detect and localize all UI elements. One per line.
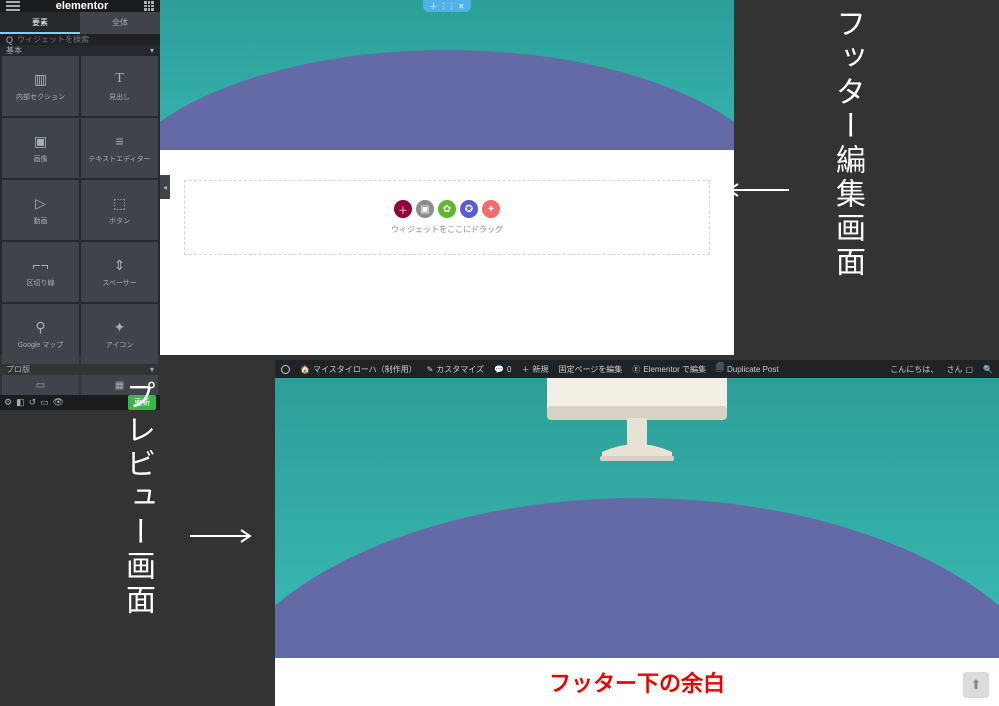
widget-search[interactable]: Q ウィジェットを検索 bbox=[0, 34, 160, 45]
tab-global[interactable]: 全体 bbox=[80, 12, 160, 34]
navigator-icon[interactable]: ◧ bbox=[16, 397, 25, 408]
responsive-icon[interactable]: ▭ bbox=[40, 397, 49, 408]
preview-frame: 🏠 マイスタイローハ（制作用） ✎ カスタマイズ 💬 0 ＋ 新規 固定ページを… bbox=[275, 360, 999, 706]
widget-heading[interactable]: T 見出し bbox=[81, 56, 158, 116]
editor-canvas[interactable]: ＋ ⋮⋮ ✕ ＋ ▣ ✿ ✪ ✦ ウィジェットをここにドラッグ bbox=[160, 0, 734, 355]
chevron-down-icon: ▾ bbox=[150, 365, 154, 374]
star-icon[interactable]: ✦ bbox=[482, 200, 500, 218]
image-icon: ▣ bbox=[31, 132, 51, 150]
decorative-shape bbox=[160, 50, 734, 150]
widget-dropzone[interactable]: ＋ ▣ ✿ ✪ ✦ ウィジェットをここにドラッグ bbox=[184, 180, 710, 255]
search-icon: Q bbox=[6, 35, 13, 45]
edit-page-link[interactable]: 固定ページを編集 bbox=[558, 364, 622, 375]
wp-admin-bar: 🏠 マイスタイローハ（制作用） ✎ カスタマイズ 💬 0 ＋ 新規 固定ページを… bbox=[275, 360, 999, 378]
star-icon: ✦ bbox=[110, 318, 130, 336]
globe-icon[interactable]: ✪ bbox=[460, 200, 478, 218]
comments-link[interactable]: 💬 0 bbox=[494, 365, 511, 374]
wp-logo[interactable] bbox=[281, 365, 290, 374]
category-pro[interactable]: プロ版 ▾ bbox=[0, 364, 160, 375]
search-placeholder: ウィジェットを検索 bbox=[17, 34, 89, 45]
history-icon[interactable]: ↺ bbox=[29, 397, 37, 408]
arrow-up-icon: ⬆ bbox=[971, 677, 982, 693]
map-icon: ⚲ bbox=[31, 318, 51, 336]
collapse-sidebar-icon[interactable]: ◂ bbox=[160, 175, 170, 199]
widget-icon[interactable]: ✦ アイコン bbox=[81, 304, 158, 364]
button-icon: ⬚ bbox=[110, 194, 130, 212]
elementor-editor: elementor 要素 全体 Q ウィジェットを検索 基本 ▾ ▥ 内部セクシ… bbox=[0, 0, 734, 355]
divider-icon: ⌐¬ bbox=[31, 256, 51, 274]
annotation-preview-label: プレビュー画面 bbox=[115, 380, 159, 618]
tab-elements[interactable]: 要素 bbox=[0, 12, 80, 34]
search-admin-icon[interactable]: 🔍 bbox=[983, 365, 993, 374]
arrow-right-icon bbox=[185, 520, 255, 551]
annotation-gap-label: フッター下の余白 bbox=[549, 666, 725, 698]
elementor-edit-link[interactable]: Ⓔ Elementor で編集 bbox=[632, 364, 706, 375]
widget-google-maps[interactable]: ⚲ Google マップ bbox=[2, 304, 79, 364]
widget-grid: ▥ 内部セクション T 見出し ▣ 画像 ≡ テキストエディター ▷ 動画 ⬚ … bbox=[0, 56, 160, 364]
chevron-down-icon: ▾ bbox=[150, 46, 154, 55]
preview-footer-section bbox=[275, 378, 999, 658]
elementor-logo: elementor bbox=[56, 0, 109, 12]
widget-video[interactable]: ▷ 動画 bbox=[2, 180, 79, 240]
video-icon: ▷ bbox=[31, 194, 51, 212]
monitor-illustration bbox=[532, 378, 742, 478]
columns-icon: ▥ bbox=[31, 70, 51, 88]
duplicate-post-link[interactable]: 🗐 Duplicate Post bbox=[716, 362, 779, 376]
widget-spacer[interactable]: ⇕ スペーサー bbox=[81, 242, 158, 302]
dropzone-text: ウィジェットをここにドラッグ bbox=[391, 224, 503, 235]
folder-icon[interactable]: ▣ bbox=[416, 200, 434, 218]
category-basic[interactable]: 基本 ▾ bbox=[0, 45, 160, 56]
arrow-left-icon bbox=[724, 174, 794, 205]
widget-inner-section[interactable]: ▥ 内部セクション bbox=[2, 56, 79, 116]
customize-link[interactable]: ✎ カスタマイズ bbox=[427, 364, 484, 375]
section-handle[interactable]: ＋ ⋮⋮ ✕ bbox=[423, 0, 471, 12]
annotation-editor-label: フッター編集画面 bbox=[825, 8, 869, 280]
add-icon[interactable]: ＋ bbox=[394, 200, 412, 218]
new-link[interactable]: ＋ 新規 bbox=[521, 364, 548, 375]
panel-tabs: 要素 全体 bbox=[0, 12, 160, 34]
settings-icon[interactable]: ⚙ bbox=[4, 397, 12, 408]
wordpress-icon bbox=[281, 365, 290, 374]
sidebar-header: elementor bbox=[0, 0, 160, 12]
menu-icon[interactable] bbox=[6, 1, 20, 11]
check-icon[interactable]: ✿ bbox=[438, 200, 456, 218]
widget-divider[interactable]: ⌐¬ 区切り線 bbox=[2, 242, 79, 302]
footer-section[interactable]: ＋ ⋮⋮ ✕ bbox=[160, 0, 734, 150]
preview-icon[interactable]: 👁 bbox=[53, 397, 64, 408]
scroll-top-button[interactable]: ⬆ bbox=[963, 672, 989, 698]
site-name[interactable]: 🏠 マイスタイローハ（制作用） bbox=[300, 364, 417, 375]
widget-image[interactable]: ▣ 画像 bbox=[2, 118, 79, 178]
pro-widget-1[interactable]: ▭ bbox=[2, 375, 79, 395]
spacer-icon: ⇕ bbox=[110, 256, 130, 274]
add-section-buttons: ＋ ▣ ✿ ✪ ✦ bbox=[394, 200, 500, 218]
widget-button[interactable]: ⬚ ボタン bbox=[81, 180, 158, 240]
greeting[interactable]: こんにちは、 さん ▢ bbox=[890, 364, 973, 375]
decorative-shape bbox=[275, 498, 999, 658]
text-icon: ≡ bbox=[110, 132, 130, 150]
heading-icon: T bbox=[110, 70, 130, 88]
widgets-grid-icon[interactable] bbox=[144, 1, 154, 11]
footer-gap-area: フッター下の余白 ⬆ bbox=[275, 658, 999, 706]
elementor-sidebar: elementor 要素 全体 Q ウィジェットを検索 基本 ▾ ▥ 内部セクシ… bbox=[0, 0, 160, 355]
widget-text-editor[interactable]: ≡ テキストエディター bbox=[81, 118, 158, 178]
